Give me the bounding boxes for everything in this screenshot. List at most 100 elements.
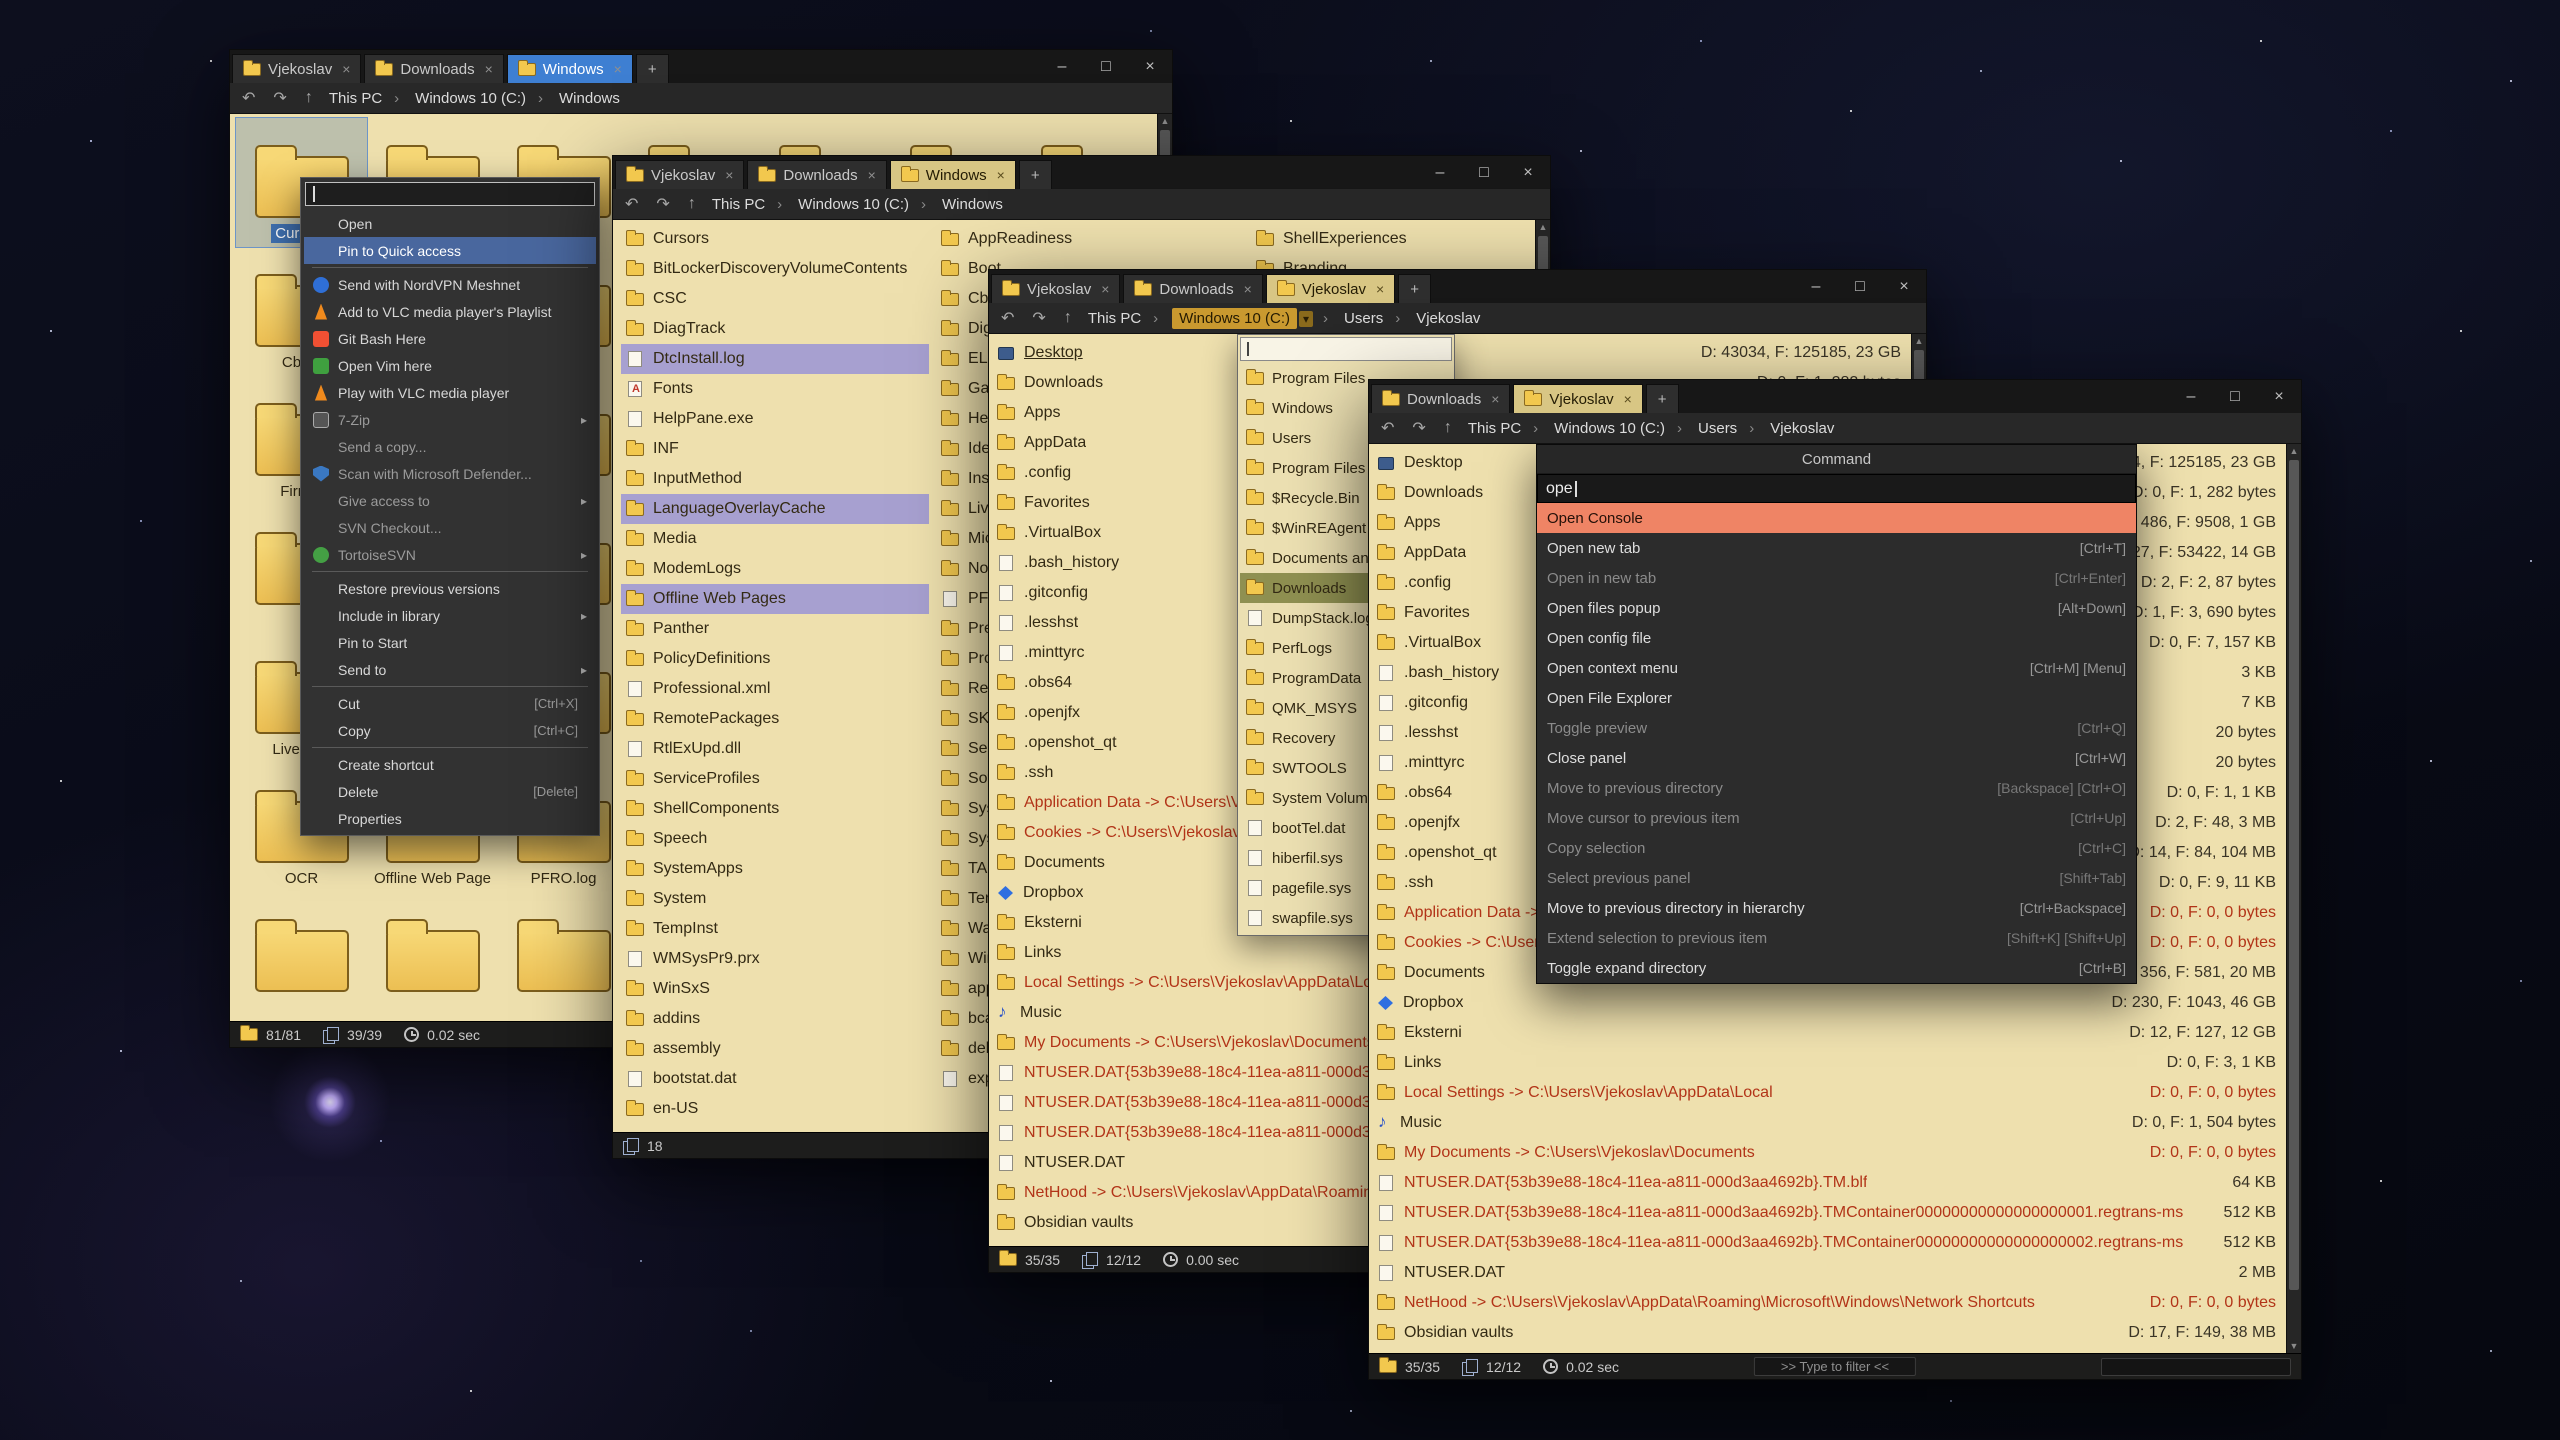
list-item[interactable]: ShellExperiences [1251,224,1550,254]
file-row[interactable]: Dropbox D: 230, F: 1043, 46 GB [1377,988,2276,1018]
context-menu-item[interactable]: Restore previous versions [304,575,596,602]
list-item[interactable]: PolicyDefinitions [621,644,929,674]
list-item[interactable]: assembly [621,1034,929,1064]
folder-item[interactable] [236,892,367,1021]
command-item[interactable]: Select previous panel [Shift+Tab] [1537,863,2136,893]
tab[interactable]: Vjekoslav × [232,54,361,83]
tab[interactable]: Vjekoslav × [615,160,744,189]
filter-hint[interactable]: >> Type to filter << [1754,1357,1916,1376]
forward-button[interactable]: ↷ [269,88,290,108]
breadcrumb-item[interactable]: Windows 10 (C:) [1533,420,1667,437]
context-menu-item[interactable]: Send a copy... [304,433,596,460]
scroll-down-icon[interactable]: ▼ [2287,1339,2301,1353]
maximize-button[interactable]: □ [1838,278,1882,296]
folder-item[interactable] [367,892,498,1021]
context-menu-item[interactable]: Pin to Start [304,629,596,656]
folder-item[interactable] [498,892,629,1021]
command-item[interactable]: Close panel [Ctrl+W] [1537,743,2136,773]
tab[interactable]: Vjekoslav × [1513,384,1642,413]
breadcrumb-item[interactable]: Windows [538,90,622,107]
close-button[interactable]: × [1128,58,1172,76]
tab-close-icon[interactable]: × [614,61,622,77]
up-button[interactable]: ↑ [684,195,700,213]
file-row[interactable]: Local Settings -> C:\Users\Vjekoslav\App… [1377,1078,2276,1108]
new-tab-button[interactable]: + [1019,160,1052,189]
forward-button[interactable]: ↷ [1408,418,1429,438]
tab[interactable]: Downloads × [1123,274,1262,303]
breadcrumb-item[interactable]: This PC [710,196,767,213]
list-item[interactable]: Fonts [621,374,929,404]
list-item[interactable]: DtcInstall.log [621,344,929,374]
up-button[interactable]: ↑ [301,89,317,107]
breadcrumb-item[interactable]: This PC [327,90,384,107]
list-item[interactable]: BitLockerDiscoveryVolumeContents [621,254,929,284]
context-menu-item[interactable]: Add to VLC media player's Playlist [304,298,596,325]
command-item[interactable]: Open new tab [Ctrl+T] [1537,533,2136,563]
context-menu-item[interactable]: Pin to Quick access [304,237,596,264]
scroll-up-icon[interactable]: ▲ [2287,444,2301,458]
context-menu-item[interactable]: Copy [Ctrl+C] [304,717,596,744]
maximize-button[interactable]: □ [1084,58,1128,76]
file-row[interactable]: Eksterni D: 12, F: 127, 12 GB [1377,1018,2276,1048]
list-item[interactable]: INF [621,434,929,464]
minimize-button[interactable]: – [1794,278,1838,296]
command-item[interactable]: Move to previous directory in hierarchy … [1537,893,2136,923]
file-row[interactable]: NetHood -> C:\Users\Vjekoslav\AppData\Ro… [1377,1288,2276,1318]
tab-close-icon[interactable]: × [997,167,1005,183]
list-item[interactable]: Media [621,524,929,554]
command-item[interactable]: Copy selection [Ctrl+C] [1537,833,2136,863]
back-button[interactable]: ↶ [238,88,259,108]
command-item[interactable]: Move to previous directory [Backspace] [… [1537,773,2136,803]
back-button[interactable]: ↶ [621,194,642,214]
list-item[interactable]: WMSysPr9.prx [621,944,929,974]
command-item[interactable]: Open in new tab [Ctrl+Enter] [1537,563,2136,593]
command-input[interactable]: ope [1537,474,2136,503]
breadcrumb-item[interactable]: This PC [1466,420,1523,437]
tab-close-icon[interactable]: × [1101,281,1109,297]
scroll-up-icon[interactable]: ▲ [1158,114,1172,128]
context-menu-item[interactable]: Play with VLC media player [304,379,596,406]
breadcrumb-item[interactable]: Windows [921,196,1005,213]
breadcrumb-item[interactable]: Windows 10 (C:) [777,196,911,213]
file-row[interactable]: Music D: 0, F: 1, 504 bytes [1377,1108,2276,1138]
new-tab-button[interactable]: + [636,54,669,83]
breadcrumb-item[interactable]: Vjekoslav [1749,420,1836,437]
list-item[interactable]: LanguageOverlayCache [621,494,929,524]
list-item[interactable]: WinSxS [621,974,929,1004]
list-item[interactable]: ServiceProfiles [621,764,929,794]
close-button[interactable]: × [1882,278,1926,296]
context-menu-item[interactable]: Open Vim here [304,352,596,379]
list-item[interactable]: ModemLogs [621,554,929,584]
list-item[interactable]: Panther [621,614,929,644]
context-menu-item[interactable]: Give access to ▸ [304,487,596,514]
list-item[interactable]: SystemApps [621,854,929,884]
list-item[interactable]: AppReadiness [936,224,1244,254]
file-row[interactable]: NTUSER.DAT{53b39e88-18c4-11ea-a811-000d3… [1377,1198,2276,1228]
command-item[interactable]: Toggle preview [Ctrl+Q] [1537,713,2136,743]
command-item[interactable]: Open Console [1537,503,2136,533]
breadcrumb-item[interactable]: Users [1323,310,1385,327]
tab[interactable]: Windows × [890,160,1016,189]
tab-close-icon[interactable]: × [1244,281,1252,297]
context-menu-item[interactable]: 7-Zip ▸ [304,406,596,433]
popup-filter-input[interactable] [1240,337,1452,361]
list-item[interactable]: Speech [621,824,929,854]
breadcrumb-item[interactable]: Windows 10 (C:) [394,90,528,107]
list-item[interactable]: addins [621,1004,929,1034]
list-item[interactable]: en-US [621,1094,929,1124]
tab-close-icon[interactable]: × [342,61,350,77]
context-menu-item[interactable]: Send with NordVPN Meshnet [304,271,596,298]
minimize-button[interactable]: – [1418,164,1462,182]
list-item[interactable]: InputMethod [621,464,929,494]
command-item[interactable]: Toggle expand directory [Ctrl+B] [1537,953,2136,983]
tab-close-icon[interactable]: × [485,61,493,77]
breadcrumb-item[interactable]: Windows 10 (C:) [1153,310,1313,327]
tab-close-icon[interactable]: × [1624,391,1632,407]
command-item[interactable]: Open context menu [Ctrl+M] [Menu] [1537,653,2136,683]
tab-close-icon[interactable]: × [1491,391,1499,407]
breadcrumb-item[interactable]: Users [1677,420,1739,437]
scroll-up-icon[interactable]: ▲ [1536,220,1550,234]
breadcrumb-item[interactable]: Vjekoslav [1395,310,1482,327]
tab-close-icon[interactable]: × [868,167,876,183]
file-row[interactable]: NTUSER.DAT 2 MB [1377,1258,2276,1288]
